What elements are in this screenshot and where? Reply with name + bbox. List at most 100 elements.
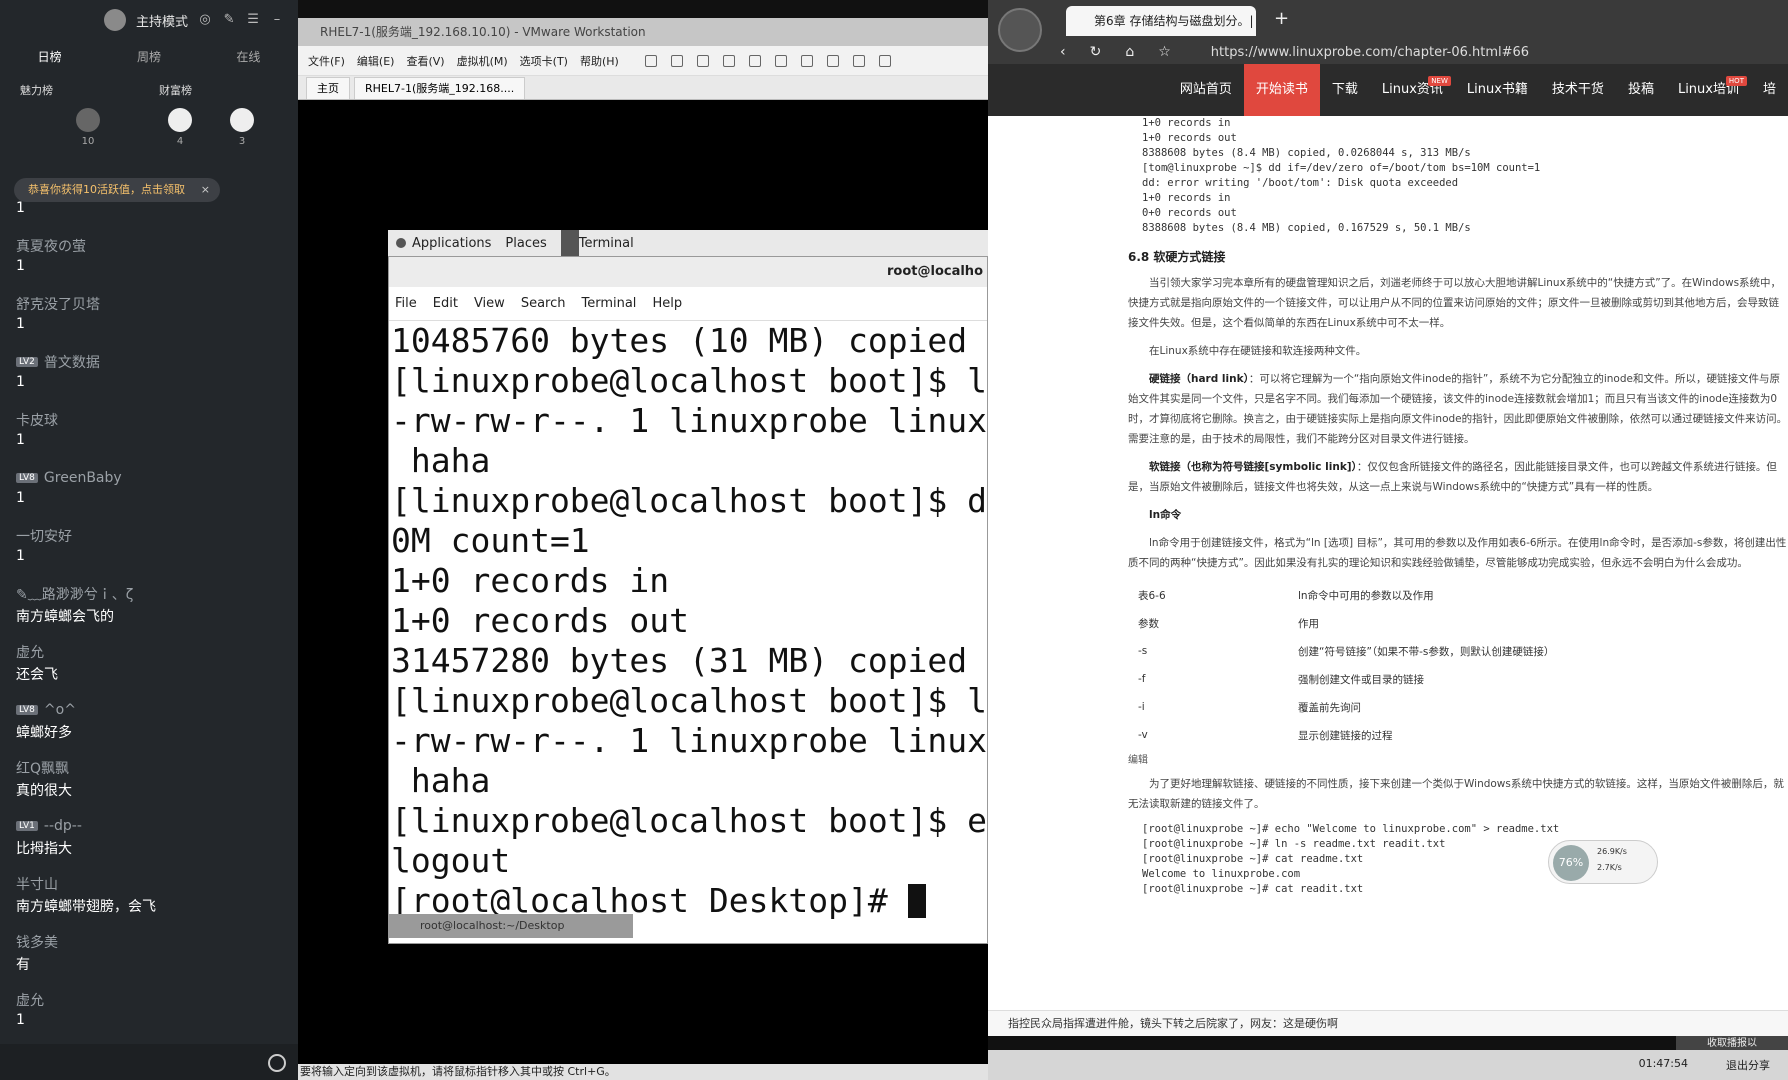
nav-item[interactable]: 下载	[1320, 64, 1370, 116]
rank-count: 3	[238, 136, 246, 147]
nav-item[interactable]: 开始读书	[1243, 64, 1320, 116]
chat-username[interactable]: 虚允	[16, 990, 44, 1010]
revert-icon[interactable]	[722, 54, 735, 67]
chat-input-bar[interactable]	[0, 1044, 298, 1080]
console-icon[interactable]	[878, 54, 891, 67]
nav-item[interactable]: 投稿	[1616, 64, 1666, 116]
terminal-line: 10485760 bytes (10 MB) copied	[391, 321, 987, 361]
chat-username[interactable]: GreenBaby	[44, 470, 122, 486]
close-icon[interactable]: ×	[201, 178, 210, 202]
chat-message: 舒克没了贝塔 1	[16, 292, 288, 350]
upload-speed: 26.9K/s	[1597, 847, 1627, 856]
menu-icon[interactable]: ☰	[246, 13, 260, 27]
nav-item[interactable]: Linux资讯 NEW	[1370, 64, 1455, 116]
menu-file[interactable]: 文件(F)	[308, 53, 345, 69]
chat-username[interactable]: --dp--	[44, 818, 82, 834]
tab-vm[interactable]: RHEL7-1(服务端_192.168....	[354, 77, 526, 99]
chat-username[interactable]: 虚允	[16, 642, 44, 662]
rank-user[interactable]: 3	[224, 108, 260, 147]
chat-username[interactable]: 真夏夜の萤	[16, 236, 86, 256]
edit-link[interactable]: 编辑	[1128, 751, 1788, 766]
pause-icon[interactable]	[644, 54, 657, 67]
network-speed-widget[interactable]: 76% 26.9K/s 2.7K/s	[1548, 840, 1658, 884]
manage-snapshot-icon[interactable]	[748, 54, 761, 67]
nav-item[interactable]: 网站首页	[1168, 64, 1244, 116]
browser-window: 第6章 存储结构与磁盘划分。| + ‹ ↻ ⌂ ☆ https://www.li…	[988, 0, 1788, 1036]
snapshot-icon[interactable]	[696, 54, 709, 67]
terminal-menu-search[interactable]: Search	[521, 296, 566, 311]
fullscreen-icon[interactable]	[826, 54, 839, 67]
rank-user[interactable]: 4	[162, 108, 198, 147]
chat-username[interactable]: 舒克没了贝塔	[16, 294, 100, 314]
emoji-icon[interactable]	[268, 1054, 286, 1072]
tab-weekly[interactable]: 周榜	[99, 48, 198, 65]
sidebar-icon[interactable]	[774, 54, 787, 67]
terminal-menu-terminal[interactable]: Terminal	[581, 296, 636, 311]
chat-username[interactable]: 一切安好	[16, 526, 72, 546]
terminal-menu-help[interactable]: Help	[652, 296, 682, 311]
terminal-menubar: File Edit View Search Terminal Help	[389, 287, 987, 321]
tab-daily[interactable]: 日榜	[0, 48, 99, 65]
host-avatar[interactable]	[104, 9, 126, 31]
chat-username[interactable]: 普文数据	[44, 352, 100, 372]
edit-icon[interactable]: ✎	[222, 13, 236, 27]
terminal-line-text: 10485760 bytes (10 MB) copied	[391, 321, 968, 360]
menu-help[interactable]: 帮助(H)	[580, 53, 619, 69]
nav-item-label: 网站首页	[1179, 82, 1232, 97]
tab-home[interactable]: 主页	[306, 77, 350, 99]
new-tab-icon[interactable]: +	[1274, 8, 1289, 29]
terminal-menu[interactable]: Terminal	[579, 236, 634, 251]
send-keys-icon[interactable]	[670, 54, 683, 67]
chat-text: 1	[16, 316, 25, 332]
terminal-menu-view[interactable]: View	[474, 296, 505, 311]
chat-username[interactable]: 红Q飘飘	[16, 758, 69, 778]
menu-edit[interactable]: 编辑(E)	[357, 53, 395, 69]
chat-username[interactable]: ✎﹏路渺渺兮ｉ、ζ	[16, 584, 133, 604]
browser-tab[interactable]: 第6章 存储结构与磁盘划分。|	[1066, 6, 1256, 36]
terminal-title: root@localho	[389, 257, 987, 287]
chat-topbar: 主持模式 ◎ ✎ ☰ –	[0, 0, 298, 40]
tab-online[interactable]: 在线	[199, 48, 298, 65]
chat-username[interactable]: 钱多美	[16, 932, 58, 952]
exit-share-button[interactable]: 退出分享	[1726, 1057, 1770, 1073]
home-icon[interactable]: ⌂	[1125, 44, 1134, 60]
nav-item-label: 技术干货	[1551, 82, 1604, 97]
terminal-output[interactable]: 10485760 bytes (10 MB) copied [linuxprobe…	[389, 321, 987, 921]
bookmark-star-icon[interactable]: ☆	[1158, 44, 1171, 60]
nav-item[interactable]: 培	[1751, 64, 1788, 116]
menu-view[interactable]: 查看(V)	[406, 53, 444, 69]
nav-item[interactable]: 技术干货	[1540, 64, 1616, 116]
terminal-menu-file[interactable]: File	[395, 296, 417, 311]
table-title: ln命令中可用的参数以及作用	[1298, 589, 1434, 602]
minimize-icon[interactable]: –	[270, 13, 284, 27]
news-ticker[interactable]: 指控民众局指挥遭迸件舱，镜头下转之后院家了，网友：这是硬伤啊	[988, 1010, 1788, 1036]
profile-avatar[interactable]	[998, 8, 1042, 52]
terminal-menu-edit[interactable]: Edit	[433, 296, 458, 311]
menu-tabs[interactable]: 选项卡(T)	[520, 53, 568, 69]
chat-username[interactable]: 卡皮球	[16, 410, 58, 430]
table-caption-row: 表6-6 ln命令中可用的参数以及作用	[1138, 581, 1578, 609]
charm-rank-label[interactable]: 魅力榜	[20, 82, 159, 98]
reward-notice[interactable]: 恭喜你获得10活跃值，点击领取 ×	[14, 178, 220, 202]
unity-icon[interactable]	[852, 54, 865, 67]
places-menu[interactable]: Places	[505, 236, 546, 251]
reload-icon[interactable]: ↻	[1090, 44, 1102, 60]
menu-vm[interactable]: 虚拟机(M)	[457, 53, 508, 69]
rank-user[interactable]: 10	[70, 108, 106, 147]
chat-username[interactable]: ^o^	[44, 702, 76, 718]
gnome-task-item[interactable]: root@localhost:~/Desktop	[388, 914, 633, 938]
terminal-launcher-icon[interactable]	[560, 230, 579, 256]
thumbnail-icon[interactable]	[800, 54, 813, 67]
settings-icon[interactable]: ◎	[198, 13, 212, 27]
wealth-rank-label[interactable]: 财富榜	[159, 82, 298, 98]
nav-item[interactable]: Linux培训 HOT	[1666, 64, 1751, 116]
applications-menu[interactable]: Applications	[412, 236, 491, 251]
terminal-line-text: 31457280 bytes (31 MB) copied	[391, 641, 968, 680]
terminal-line: 31457280 bytes (31 MB) copied	[391, 641, 987, 681]
terminal-window[interactable]: root@localho File Edit View Search Termi…	[388, 256, 988, 944]
chat-username[interactable]: 半寸山	[16, 874, 58, 894]
nav-item[interactable]: Linux书籍	[1455, 64, 1540, 116]
back-icon[interactable]: ‹	[1060, 44, 1066, 60]
table-cell: -i	[1138, 701, 1145, 713]
url-field[interactable]: https://www.linuxprobe.com/chapter-06.ht…	[1211, 45, 1529, 60]
